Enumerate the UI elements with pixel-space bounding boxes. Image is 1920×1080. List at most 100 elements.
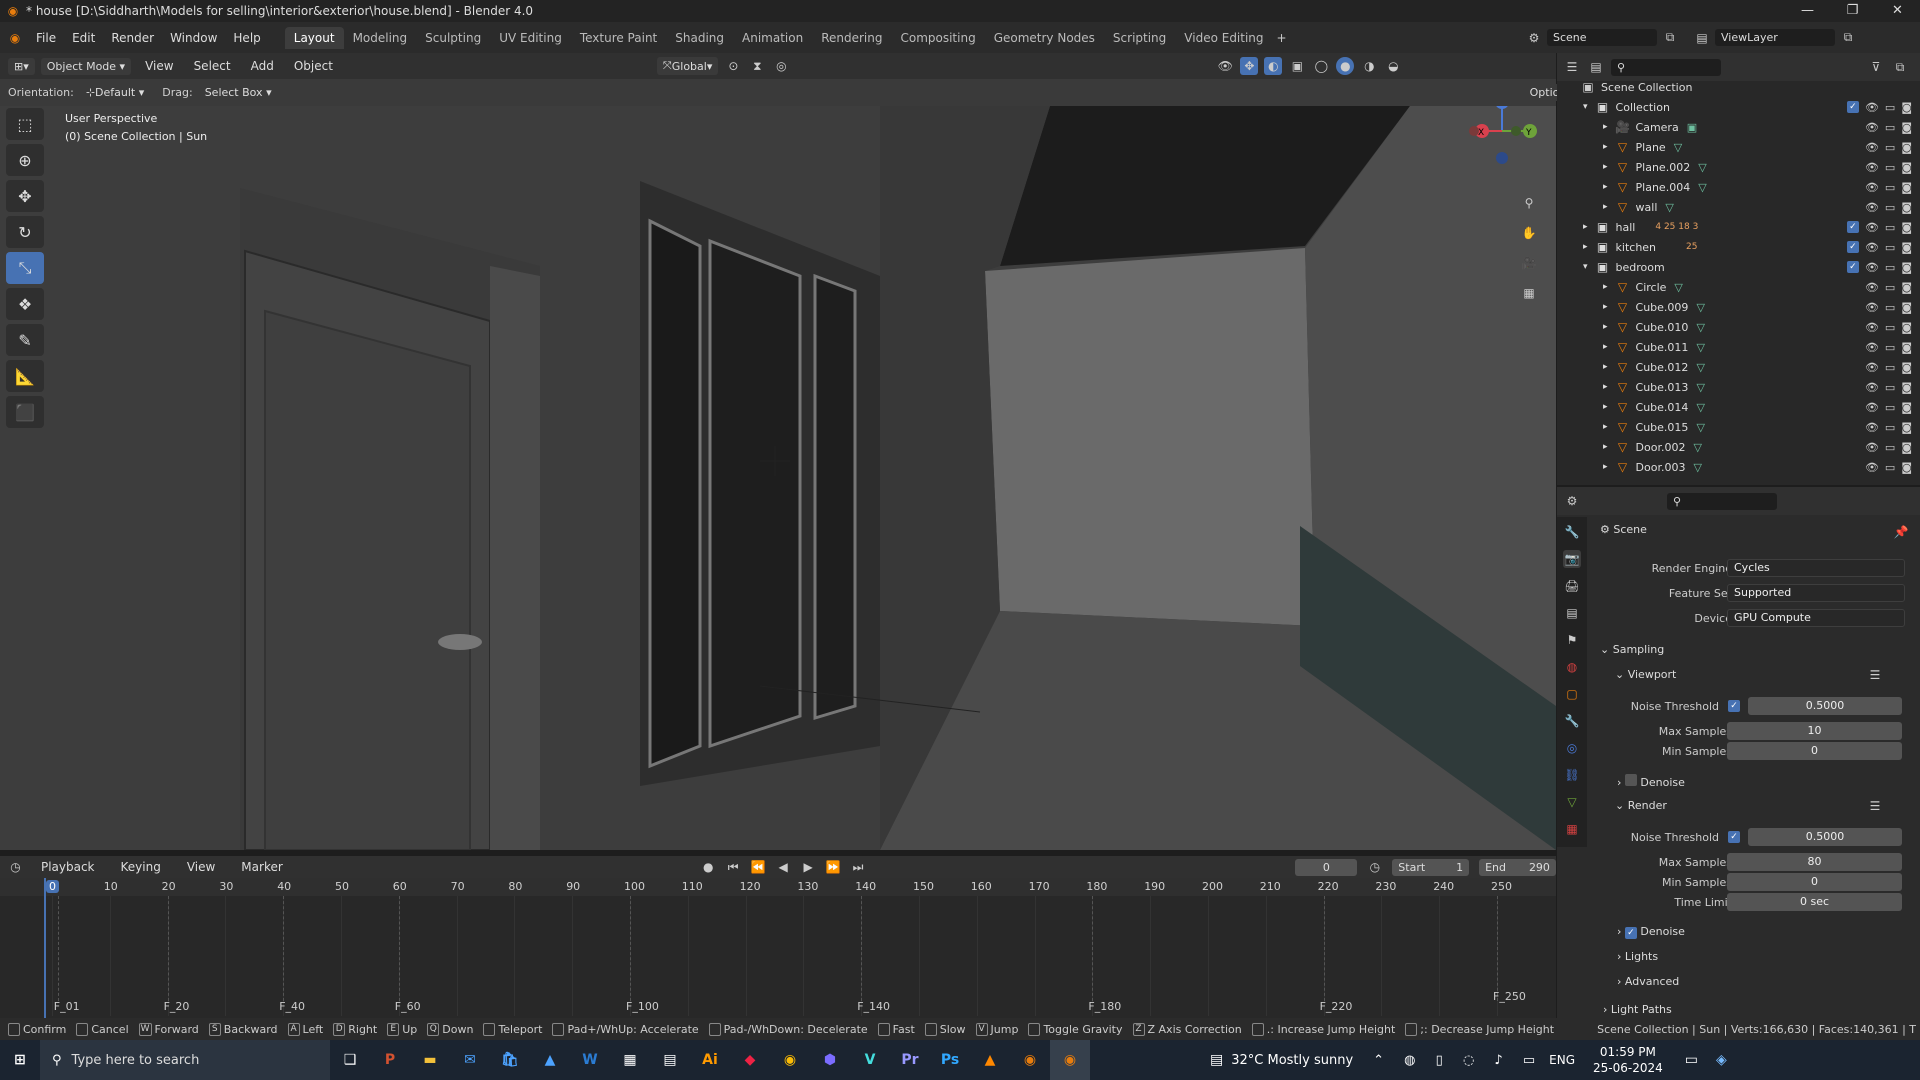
- expand-arrow-icon[interactable]: ▸: [1583, 222, 1588, 232]
- expand-arrow-icon[interactable]: ▸: [1603, 322, 1608, 332]
- blender-taskbar-icon[interactable]: ◉: [1010, 1040, 1050, 1080]
- photoshop-icon[interactable]: Ps: [930, 1040, 970, 1080]
- jump-end-icon[interactable]: ⏭: [851, 858, 866, 876]
- timeline-editor-icon[interactable]: ◷: [8, 858, 23, 876]
- blender-active-taskbar-icon[interactable]: ◉: [1050, 1040, 1090, 1080]
- camera-view-icon[interactable]: 🎥: [1520, 254, 1538, 272]
- vp-min-field[interactable]: 0: [1727, 742, 1902, 760]
- properties-search-input[interactable]: ⚲: [1667, 492, 1777, 510]
- weather-text[interactable]: 32°C Mostly sunny: [1231, 1053, 1353, 1068]
- next-keyframe-icon[interactable]: ⏩: [826, 858, 841, 876]
- eye-icon[interactable]: 👁: [1865, 441, 1879, 454]
- rendered-shading-icon[interactable]: ◒: [1384, 57, 1402, 75]
- play-icon[interactable]: ▶: [801, 858, 816, 876]
- expand-arrow-icon[interactable]: ▸: [1583, 242, 1588, 252]
- menu-edit[interactable]: Edit: [64, 31, 103, 45]
- eye-icon[interactable]: 👁: [1865, 181, 1879, 194]
- render-camera-icon[interactable]: ◙: [1901, 121, 1912, 134]
- clock[interactable]: 01:59 PM 25-06-2024: [1593, 1044, 1663, 1076]
- editor-type-button[interactable]: ⊞▾: [8, 57, 35, 75]
- word-icon[interactable]: W: [570, 1040, 610, 1080]
- timeline-marker[interactable]: F_60: [395, 1000, 421, 1013]
- render-camera-icon[interactable]: ◙: [1901, 201, 1912, 214]
- constraint-tab-icon[interactable]: ⛓: [1563, 766, 1581, 784]
- outliner-row[interactable]: ▾ ▣ Collection ✓ 👁 ▭ ◙: [1557, 97, 1920, 117]
- properties-editor-icon[interactable]: ⚙: [1563, 492, 1581, 510]
- vlc-icon[interactable]: ▲: [970, 1040, 1010, 1080]
- eye-icon[interactable]: 👁: [1865, 261, 1879, 274]
- viewport-display-icon[interactable]: ▭: [1885, 181, 1895, 194]
- exclude-checkbox[interactable]: ✓: [1846, 220, 1859, 233]
- viewport-display-icon[interactable]: ▭: [1885, 361, 1895, 374]
- viewport-display-icon[interactable]: ▭: [1885, 401, 1895, 414]
- expand-arrow-icon[interactable]: ▸: [1603, 122, 1608, 132]
- playhead[interactable]: [44, 878, 46, 1018]
- menu-render[interactable]: Render: [103, 31, 162, 45]
- eye-icon[interactable]: 👁: [1865, 121, 1879, 134]
- eye-icon[interactable]: 👁: [1865, 221, 1879, 234]
- list-icon[interactable]: ☰: [1866, 666, 1884, 684]
- tab-compositing[interactable]: Compositing: [891, 27, 984, 49]
- add-workspace-icon[interactable]: +: [1273, 29, 1291, 47]
- view-layer-tab-icon[interactable]: ▤: [1563, 604, 1581, 622]
- gizmo-icon[interactable]: ✥: [1240, 57, 1259, 75]
- new-view-layer-icon[interactable]: ⧉: [1839, 29, 1857, 47]
- viewport-display-icon[interactable]: ▭: [1885, 161, 1895, 174]
- new-collection-icon[interactable]: ⧉: [1891, 58, 1909, 76]
- scene-tab-icon[interactable]: ⚑: [1563, 631, 1581, 649]
- lights-subpanel[interactable]: › Lights: [1617, 950, 1658, 963]
- viewport-display-icon[interactable]: ▭: [1885, 121, 1895, 134]
- r-noise-field[interactable]: 0.5000: [1748, 828, 1902, 846]
- eye-icon[interactable]: 👁: [1865, 421, 1879, 434]
- render-camera-icon[interactable]: ◙: [1901, 321, 1912, 334]
- proportional-edit-icon[interactable]: ◎: [772, 57, 790, 75]
- render-camera-icon[interactable]: ◙: [1901, 381, 1912, 394]
- viewport-menu-select[interactable]: Select: [186, 59, 239, 73]
- xray-icon[interactable]: ▣: [1288, 57, 1306, 75]
- device-dropdown[interactable]: GPU Compute: [1727, 609, 1905, 627]
- render-camera-icon[interactable]: ◙: [1901, 141, 1912, 154]
- pivot-icon[interactable]: ⊙: [724, 57, 742, 75]
- feature-set-dropdown[interactable]: Supported: [1727, 584, 1905, 602]
- expand-arrow-icon[interactable]: ▸: [1603, 382, 1608, 392]
- viewport-subpanel-header[interactable]: ⌄ Viewport: [1615, 668, 1676, 681]
- timeline-marker[interactable]: F_01: [54, 1000, 80, 1013]
- chrome-icon[interactable]: ◉: [770, 1040, 810, 1080]
- outliner-row[interactable]: ▸ ▽ Door.002 ▽ 👁 ▭ ◙: [1557, 437, 1920, 457]
- display-mode-icon[interactable]: ▤: [1587, 58, 1605, 76]
- timeline-menu-marker[interactable]: Marker: [233, 860, 290, 874]
- r-denoise-checkbox[interactable]: ✓: [1624, 927, 1637, 939]
- app-icon-2[interactable]: ▤: [650, 1040, 690, 1080]
- notification-icon[interactable]: ▭: [1685, 1052, 1698, 1068]
- render-list-icon[interactable]: ☰: [1866, 797, 1884, 815]
- outliner-row[interactable]: ▸ ▣ kitchen 25 ✓ 👁 ▭ ◙: [1557, 237, 1920, 257]
- tool-tab-icon[interactable]: 🔧: [1563, 523, 1581, 541]
- task-view-icon[interactable]: ❑: [330, 1040, 370, 1080]
- r-noise-checkbox[interactable]: ✓: [1728, 831, 1740, 843]
- minimize-button[interactable]: —: [1785, 0, 1830, 22]
- drag-dropdown[interactable]: Select Box ▾: [198, 84, 278, 101]
- exclude-checkbox[interactable]: ✓: [1846, 240, 1859, 253]
- physics-tab-icon[interactable]: ◎: [1563, 739, 1581, 757]
- texture-tab-icon[interactable]: ▦: [1563, 820, 1581, 838]
- render-camera-icon[interactable]: ◙: [1901, 261, 1912, 274]
- outliner-row[interactable]: ▸ ▽ Circle ▽ 👁 ▭ ◙: [1557, 277, 1920, 297]
- viewport-display-icon[interactable]: ▭: [1885, 241, 1895, 254]
- navigation-gizmo[interactable]: Z Y X: [1462, 106, 1542, 176]
- render-tab-icon[interactable]: 📷: [1563, 550, 1581, 568]
- store-icon[interactable]: 🛍: [490, 1040, 530, 1080]
- select-box-tool-icon[interactable]: ⬚: [6, 108, 44, 140]
- menu-window[interactable]: Window: [162, 31, 225, 45]
- eye-icon[interactable]: 👁: [1865, 341, 1879, 354]
- tab-sculpting[interactable]: Sculpting: [416, 27, 490, 49]
- add-cube-tool-icon[interactable]: ⬛: [6, 396, 44, 428]
- expand-arrow-icon[interactable]: ▸: [1603, 402, 1608, 412]
- viewport-display-icon[interactable]: ▭: [1885, 261, 1895, 274]
- 3d-viewport[interactable]: User Perspective (0) Scene Collection | …: [0, 106, 1556, 850]
- outliner-row[interactable]: ▸ ▽ Cube.009 ▽ 👁 ▭ ◙: [1557, 297, 1920, 317]
- r-min-field[interactable]: 0: [1727, 873, 1902, 891]
- viewport-display-icon[interactable]: ▭: [1885, 461, 1895, 474]
- timeline-marker[interactable]: F_250: [1493, 990, 1526, 1003]
- render-camera-icon[interactable]: ◙: [1901, 161, 1912, 174]
- app-icon-4[interactable]: ⬢: [810, 1040, 850, 1080]
